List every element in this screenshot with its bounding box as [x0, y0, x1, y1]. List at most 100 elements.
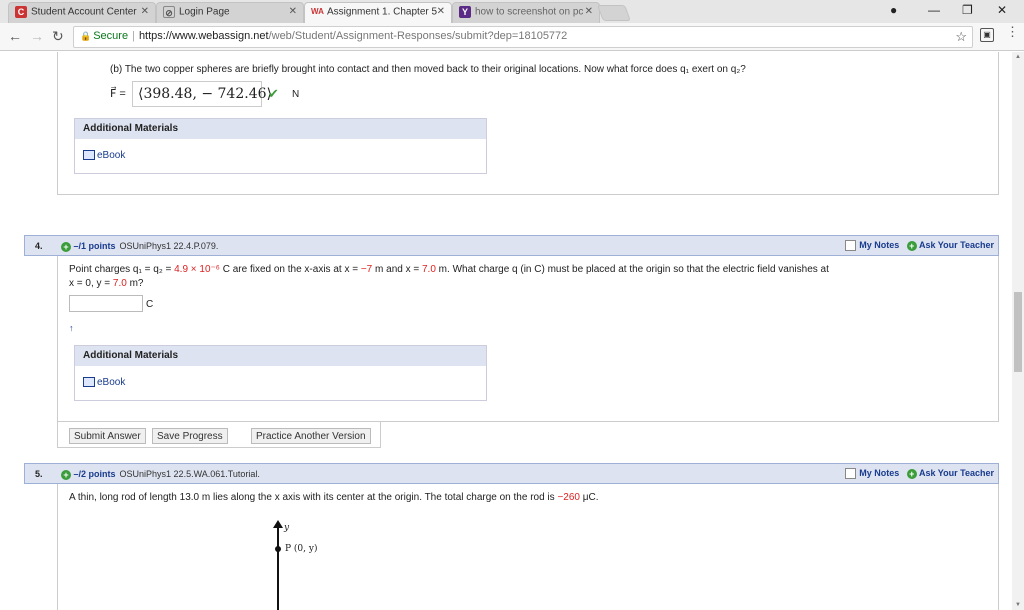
extension-icon[interactable]: ▣: [980, 28, 994, 42]
ebook-icon: [83, 150, 95, 161]
ebook-label: eBook: [97, 377, 126, 388]
q4-question-text: Point charges q₁ = q₂ = 4.9 × 10⁻⁶ C are…: [69, 263, 969, 291]
my-notes-link[interactable]: My Notes: [859, 468, 899, 478]
menu-kebab-icon[interactable]: ⋮: [1006, 25, 1019, 38]
q4-text: Point charges q₁ = q₂ =: [69, 264, 175, 275]
tab-how-to-screenshot[interactable]: Yhow to screenshot on pc ✕: [452, 2, 600, 23]
url-path: /web/Student/Assignment-Responses/submit…: [268, 30, 568, 42]
notes-icon: [845, 468, 857, 480]
tab-title: how to screenshot on pc: [475, 6, 584, 18]
figure-point-label: P (0, y): [285, 544, 318, 554]
q4-text: m. What charge q (in C) must be placed a…: [435, 264, 829, 275]
q3-answer-value: ⟨398.48, − 742.46⟩: [138, 86, 272, 102]
correct-check-icon: ✔: [268, 86, 279, 101]
question-source: OSUniPhys1 22.4.P.079.: [119, 241, 219, 251]
q4-x2-value: 7.0: [422, 264, 436, 275]
secure-label: Secure: [93, 30, 129, 42]
tab-strip: C Student Account Center ✕ ⊘ Login Page ✕ …: [0, 0, 1024, 24]
q4-x1-value: −7: [360, 264, 373, 275]
q5-text: μC.: [579, 492, 599, 503]
figure-y-axis-arrow-icon: [273, 520, 283, 528]
profile-icon[interactable]: ●: [890, 3, 897, 17]
close-tab-icon[interactable]: ✕: [437, 6, 445, 17]
q4-ebook-link[interactable]: eBook: [75, 366, 486, 399]
tab-login-page[interactable]: ⊘ Login Page ✕: [156, 2, 304, 23]
student-account-favicon-icon: C: [15, 6, 27, 18]
question-4-header: 4. + –/1 points OSUniPhys1 22.4.P.079. My…: [24, 235, 999, 256]
question-number: 5.: [35, 469, 43, 479]
q4-charge-value: 4.9 × 10⁻⁶: [174, 264, 220, 275]
q4-text: C are fixed on the x-axis at x =: [219, 264, 361, 275]
q4-answer-unit: C: [146, 299, 154, 310]
minimize-icon[interactable]: —: [928, 3, 940, 17]
q3-answer-unit: N: [292, 89, 300, 100]
new-tab-button[interactable]: [597, 5, 631, 21]
ebook-label: eBook: [97, 150, 126, 161]
question-points: + –/2 points OSUniPhys1 22.5.WA.061.Tutor…: [61, 469, 260, 480]
q4-text: m and x =: [372, 264, 422, 275]
scroll-down-arrow-icon[interactable]: ▼: [1015, 602, 1021, 608]
scroll-up-arrow-icon[interactable]: ▲: [1015, 54, 1021, 60]
forward-arrow-icon[interactable]: →: [30, 28, 44, 44]
ask-teacher-plus-icon: +: [906, 240, 917, 251]
tab-title: Login Page: [179, 6, 230, 18]
figure-y-axis-label: y: [284, 523, 290, 533]
close-tab-icon[interactable]: ✕: [585, 6, 593, 17]
q3-ebook-link[interactable]: eBook: [75, 139, 486, 172]
tab-assignment[interactable]: WA Assignment 1. Chapter 5 ✕: [304, 2, 452, 24]
tab-title: Assignment 1. Chapter 5: [327, 6, 438, 18]
my-notes-link[interactable]: My Notes: [859, 240, 899, 250]
page-scrollbar[interactable]: ▲ ▼: [1012, 52, 1024, 610]
q4-text: x = 0, y =: [69, 278, 113, 289]
q4-y-value: 7.0: [112, 278, 127, 289]
ask-teacher-link[interactable]: Ask Your Teacher: [919, 468, 994, 478]
figure-point-marker: [275, 546, 281, 552]
ebook-icon: [83, 377, 95, 388]
close-window-icon[interactable]: ✕: [997, 3, 1007, 17]
q4-additional-materials: Additional Materials eBook: [74, 345, 487, 401]
ask-teacher-plus-icon: +: [906, 468, 917, 479]
q3-part-b-text: (b) The two copper spheres are briefly b…: [110, 64, 746, 75]
webassign-favicon-icon: WA: [311, 7, 324, 16]
points-label: –/1 points: [73, 241, 116, 251]
lock-icon: 🔒: [80, 31, 92, 41]
tab-student-account-center[interactable]: C Student Account Center ✕: [8, 2, 156, 23]
back-arrow-icon[interactable]: ←: [8, 28, 22, 44]
url-domain: https://www.webassign.net: [138, 30, 269, 42]
close-tab-icon[interactable]: ✕: [141, 6, 149, 17]
login-page-favicon-icon: ⊘: [163, 6, 175, 18]
q5-text: A thin, long rod of length 13.0 m lies a…: [69, 492, 558, 503]
reload-icon[interactable]: ↻: [52, 28, 64, 45]
question-5-header: 5. + –/2 points OSUniPhys1 22.5.WA.061.Tu…: [24, 463, 999, 484]
question-number: 4.: [35, 241, 43, 251]
q5-question-text: A thin, long rod of length 13.0 m lies a…: [69, 491, 969, 505]
question-header-links: My Notes + Ask Your Teacher: [845, 468, 994, 480]
question-points: + –/1 points OSUniPhys1 22.4.P.079.: [61, 241, 218, 252]
yahoo-favicon-icon: Y: [459, 6, 471, 18]
close-tab-icon[interactable]: ✕: [289, 6, 297, 17]
address-bar[interactable]: 🔒 Secure | https://www.webassign.net/web/St…: [73, 26, 973, 48]
q3-answer-prefix: F⃗ =: [110, 88, 126, 100]
expand-plus-icon[interactable]: +: [61, 469, 71, 480]
maximize-icon[interactable]: ❐: [962, 3, 973, 17]
hint-arrow-icon[interactable]: ↑: [69, 321, 74, 335]
scrollbar-thumb[interactable]: [1014, 292, 1022, 372]
expand-plus-icon[interactable]: +: [61, 241, 71, 252]
browser-toolbar: ← → ↻ 🔒 Secure | https://www.webassign.net/…: [0, 23, 1024, 51]
additional-materials-header: Additional Materials: [75, 346, 486, 366]
page-content: (b) The two copper spheres are briefly b…: [0, 52, 1012, 610]
figure-y-axis: [277, 524, 279, 610]
bookmark-star-icon[interactable]: ☆: [955, 29, 967, 45]
practice-another-version-button[interactable]: Practice Another Version: [251, 428, 371, 444]
notes-icon: [845, 240, 857, 252]
save-progress-button[interactable]: Save Progress: [152, 428, 228, 444]
question-header-links: My Notes + Ask Your Teacher: [845, 240, 994, 252]
q5-charge-value: −260: [557, 492, 580, 503]
ask-teacher-link[interactable]: Ask Your Teacher: [919, 240, 994, 250]
q4-text: m?: [126, 278, 144, 289]
q3-answer-field[interactable]: ⟨398.48, − 742.46⟩: [132, 81, 272, 107]
tab-title: Student Account Center: [31, 6, 137, 18]
submit-answer-button[interactable]: Submit Answer: [69, 428, 146, 444]
q3-additional-materials: Additional Materials eBook: [74, 118, 487, 174]
q4-answer-input[interactable]: [69, 295, 143, 312]
